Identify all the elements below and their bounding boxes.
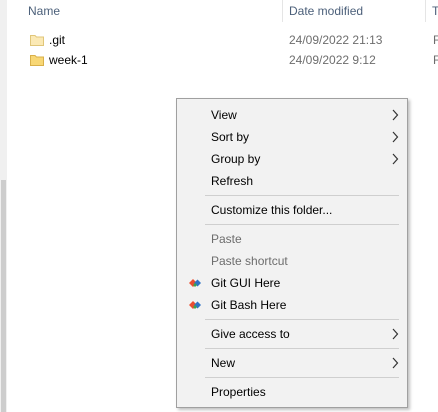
menu-separator <box>205 319 399 320</box>
menu-item-paste[interactable]: Paste <box>177 228 407 250</box>
menu-item-customize-folder[interactable]: Customize this folder... <box>177 199 407 221</box>
column-header-name[interactable]: Name <box>28 4 60 18</box>
menu-item-new[interactable]: New <box>177 352 407 374</box>
menu-item-label: New <box>211 356 236 370</box>
menu-item-label: Paste <box>211 232 242 246</box>
menu-item-git-bash-here[interactable]: Git Bash Here <box>177 294 407 316</box>
menu-separator <box>205 224 399 225</box>
menu-item-label: Give access to <box>211 327 290 341</box>
menu-item-label: Refresh <box>211 174 254 188</box>
menu-item-label: Properties <box>211 385 266 399</box>
column-header-type[interactable]: T <box>432 4 438 18</box>
menu-item-label: Git GUI Here <box>211 276 281 290</box>
git-bash-icon <box>189 301 201 309</box>
menu-item-view[interactable]: View <box>177 104 407 126</box>
file-type: F <box>433 33 438 47</box>
file-type: F <box>433 53 438 67</box>
vertical-scrollbar[interactable] <box>0 0 7 412</box>
context-menu: View Sort by Group by Refresh Customize … <box>176 98 408 408</box>
folder-icon <box>30 35 44 46</box>
column-divider[interactable] <box>425 0 426 22</box>
git-gui-icon <box>189 279 201 287</box>
column-header-date-modified[interactable]: Date modified <box>289 4 363 18</box>
chevron-right-icon <box>392 357 399 369</box>
menu-item-properties[interactable]: Properties <box>177 381 407 403</box>
file-row[interactable]: .git 24/09/2022 21:13 F <box>7 30 438 50</box>
menu-item-label: Customize this folder... <box>211 203 333 217</box>
menu-separator <box>205 195 399 196</box>
chevron-right-icon <box>392 328 399 340</box>
scrollbar-thumb[interactable] <box>1 180 6 412</box>
menu-item-refresh[interactable]: Refresh <box>177 170 407 192</box>
menu-item-label: Sort by <box>211 130 250 144</box>
menu-separator <box>205 348 399 349</box>
file-date-modified: 24/09/2022 21:13 <box>289 33 383 47</box>
menu-item-group-by[interactable]: Group by <box>177 148 407 170</box>
menu-item-sort-by[interactable]: Sort by <box>177 126 407 148</box>
file-name: week-1 <box>49 53 88 67</box>
menu-item-label: Git Bash Here <box>211 298 287 312</box>
menu-item-label: Group by <box>211 152 261 166</box>
menu-item-label: View <box>211 108 237 122</box>
file-name: .git <box>49 33 66 47</box>
chevron-right-icon <box>392 131 399 143</box>
menu-separator <box>205 377 399 378</box>
column-header-bar: ^ Name Date modified T <box>7 0 438 22</box>
chevron-right-icon <box>392 109 399 121</box>
column-divider[interactable] <box>282 0 283 22</box>
menu-item-label: Paste shortcut <box>211 254 288 268</box>
folder-icon <box>30 55 44 66</box>
chevron-right-icon <box>392 153 399 165</box>
menu-item-give-access-to[interactable]: Give access to <box>177 323 407 345</box>
menu-item-paste-shortcut[interactable]: Paste shortcut <box>177 250 407 272</box>
sort-caret-icon: ^ <box>155 0 160 5</box>
file-date-modified: 24/09/2022 9:12 <box>289 53 376 67</box>
menu-item-git-gui-here[interactable]: Git GUI Here <box>177 272 407 294</box>
file-row[interactable]: week-1 24/09/2022 9:12 F <box>7 50 438 70</box>
